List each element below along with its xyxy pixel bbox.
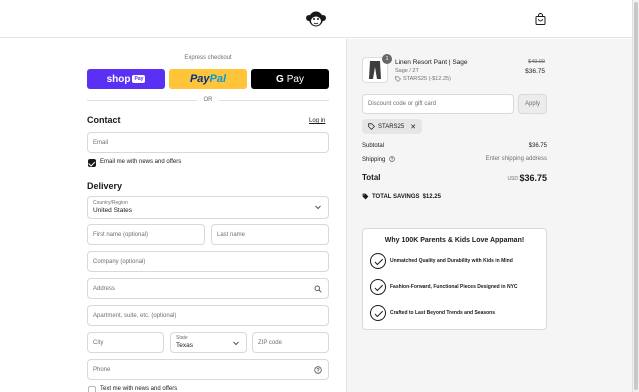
product-name: Linen Resort Pant | Sage [395, 59, 468, 66]
total-row: Total USD $36.75 [362, 173, 547, 183]
apartment-field[interactable]: Apartment, suite, etc. (optional) [87, 305, 329, 326]
phone-placeholder: Phone [93, 366, 111, 373]
monkey-logo-icon[interactable] [306, 11, 326, 27]
address-field[interactable]: Address [87, 278, 329, 299]
newsletter-label: Email me with news and offers [100, 159, 182, 165]
country-select[interactable]: Country/Region United States [87, 196, 329, 219]
tag-icon [362, 193, 369, 200]
or-divider: OR [87, 95, 329, 105]
check-circle-icon [370, 279, 386, 295]
divider-line [219, 100, 329, 101]
shipping-value: Enter shipping address [485, 156, 547, 162]
order-summary: 1 Linen Resort Pant | Sage Sage / 2T STA… [346, 39, 632, 392]
promo-title: Why 100K Parents & Kids Love Appaman! [384, 237, 525, 244]
scrollbar-thumb[interactable] [634, 2, 638, 390]
promo-item: Crafted to Last Beyond Trends and Season… [370, 304, 495, 322]
help-circle-icon[interactable] [389, 156, 395, 162]
company-field[interactable]: Company (optional) [87, 251, 329, 272]
state-select[interactable]: State Texas [170, 332, 247, 353]
shop-pay-tag: Pay [132, 75, 146, 83]
total-value: $36.75 [519, 173, 547, 183]
currency-label: USD [507, 176, 518, 182]
state-label: State [176, 335, 188, 341]
google-pay-text: Pay [286, 73, 304, 85]
shop-pay-button[interactable]: shop Pay [87, 69, 165, 89]
promo-item-text: Crafted to Last Beyond Trends and Season… [390, 310, 496, 316]
text-offers-checkbox[interactable] [88, 386, 96, 392]
tag-icon [395, 76, 401, 82]
apply-button[interactable]: Apply [518, 94, 547, 114]
discount-code-input[interactable]: Discount code or gift card [362, 94, 514, 114]
search-icon [314, 285, 322, 293]
total-label: Total [362, 173, 381, 182]
promo-item: Fashion-Forward, Functional Pieces Desig… [370, 278, 518, 296]
product-discount: STARS25 (-$12.25) [395, 76, 451, 82]
google-g-icon: G [275, 73, 284, 85]
original-price: $49.00 [528, 59, 545, 65]
quantity-badge: 1 [382, 54, 392, 64]
last-name-field[interactable]: Last name [211, 224, 329, 245]
savings-label: TOTAL SAVINGS [372, 193, 420, 200]
total-savings: TOTAL SAVINGS $12.25 [362, 193, 441, 200]
discounted-price: $36.75 [525, 68, 545, 75]
delivery-heading: Delivery [87, 181, 123, 191]
subtotal-row: Subtotal $36.75 [362, 143, 547, 149]
google-pay-button[interactable]: G Pay [251, 69, 329, 89]
country-label: Country/Region [93, 200, 128, 206]
scrollbar[interactable] [632, 0, 639, 392]
help-circle-icon[interactable] [314, 366, 322, 374]
product-discount-text: STARS25 (-$12.25) [403, 76, 451, 82]
subtotal-value: $36.75 [528, 143, 547, 149]
header [0, 0, 632, 38]
tag-icon [368, 123, 375, 130]
shipping-row: Shipping Enter shipping address [362, 156, 547, 163]
applied-code-chip: STARS25 ✕ [362, 119, 423, 134]
remove-code-icon[interactable]: ✕ [410, 123, 416, 131]
express-checkout-label: Express checkout [184, 55, 232, 61]
promo-item: Unmatched Quality and Durability with Ki… [370, 252, 513, 270]
paypal-button[interactable]: Pay Pal [169, 69, 247, 89]
contact-heading: Contact [87, 115, 121, 125]
shipping-label: Shipping [362, 157, 386, 163]
chevron-down-icon [315, 205, 321, 210]
product-variant: Sage / 2T [395, 68, 419, 74]
zip-field[interactable]: ZIP code [252, 332, 329, 353]
login-link[interactable]: Log in [309, 118, 325, 124]
country-value: United States [93, 207, 133, 214]
phone-field[interactable]: Phone [87, 359, 329, 380]
text-offers-label: Text me with news and offers [100, 386, 178, 392]
email-field[interactable]: Email [87, 132, 329, 153]
check-circle-icon [370, 253, 386, 269]
promo-box: Why 100K Parents & Kids Love Appaman! Un… [362, 228, 547, 330]
city-field[interactable]: City [87, 332, 164, 353]
promo-item-text: Unmatched Quality and Durability with Ki… [390, 258, 513, 264]
applied-code-text: STARS25 [378, 123, 405, 130]
address-placeholder: Address [93, 285, 116, 292]
shopping-bag-icon[interactable] [535, 13, 546, 25]
paypal-text-part1: Pay [189, 73, 210, 85]
savings-value: $12.25 [422, 193, 441, 200]
chevron-down-icon [233, 341, 239, 346]
newsletter-checkbox[interactable] [88, 159, 96, 167]
subtotal-label: Subtotal [362, 143, 385, 149]
first-name-field[interactable]: First name (optional) [87, 224, 205, 245]
checkout-form: Express checkout shop Pay Pay Pal G Pay O… [0, 39, 346, 392]
check-circle-icon [370, 305, 386, 321]
promo-item-text: Fashion-Forward, Functional Pieces Desig… [390, 284, 518, 290]
paypal-text-part2: Pal [209, 73, 227, 85]
state-value: Texas [176, 342, 193, 349]
shop-pay-text: shop [106, 73, 131, 85]
